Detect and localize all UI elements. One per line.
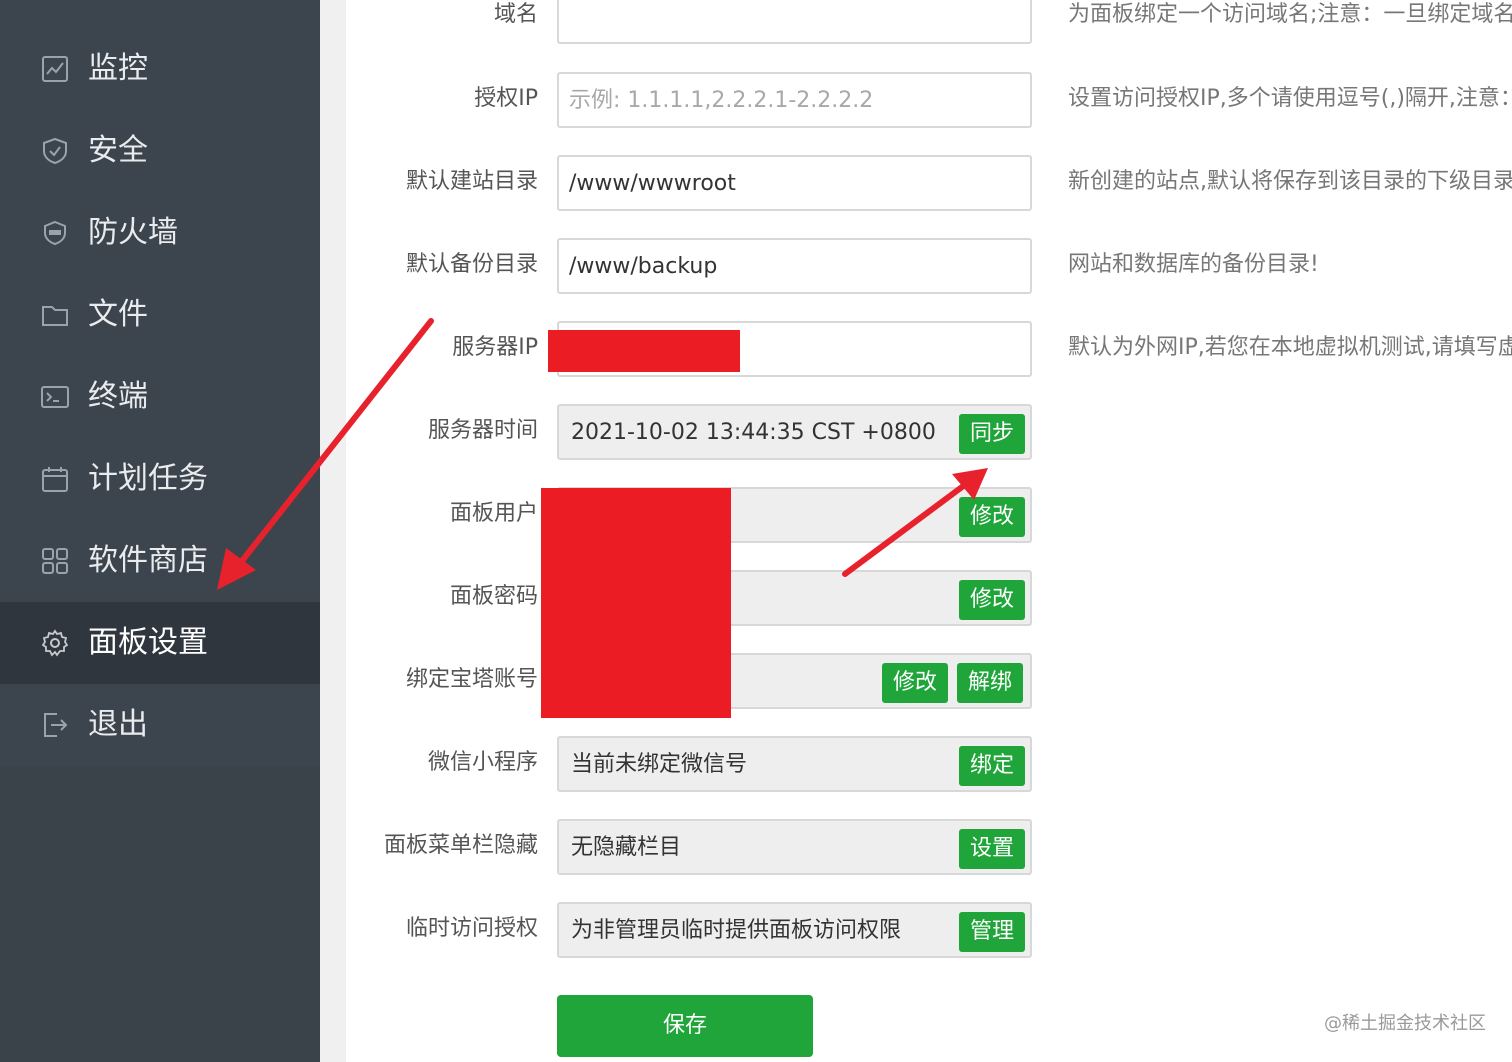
row-domain: 域名 为面板绑定一个访问域名;注意：一旦绑定域名	[346, 0, 1512, 44]
sidebar-item-label: 防火墙	[88, 215, 178, 250]
sidebar: 监控 安全 防火墙 文件 终端 计划任务 软件商店 面板设置 退出	[0, 0, 320, 1062]
site-dir-label: 默认建站目录	[405, 169, 538, 194]
temp-access-value: 为非管理员临时提供面板访问权限	[571, 918, 902, 943]
temp-access-field: 为非管理员临时提供面板访问权限 管理	[557, 902, 1032, 958]
wechat-value: 当前未绑定微信号	[571, 752, 748, 777]
server-time-value: 2021-10-02 13:44:35 CST +0800	[571, 420, 936, 445]
row-temp-access: 临时访问授权 为非管理员临时提供面板访问权限 管理	[346, 902, 1512, 958]
row-site-dir: 默认建站目录 新创建的站点,默认将保存到该目录的下级目录	[346, 155, 1512, 211]
gear-icon	[40, 628, 70, 658]
row-server-ip: 服务器IP 默认为外网IP,若您在本地虚拟机测试,请填写虚	[346, 321, 1512, 377]
row-backup-dir: 默认备份目录 网站和数据库的备份目录!	[346, 238, 1512, 294]
server-ip-label: 服务器IP	[452, 335, 538, 360]
menu-hide-settings-button[interactable]: 设置	[959, 829, 1025, 869]
sidebar-item-label: 文件	[88, 297, 148, 332]
site-dir-hint: 新创建的站点,默认将保存到该目录的下级目录	[1068, 169, 1512, 194]
backup-dir-label: 默认备份目录	[405, 252, 538, 277]
row-panel-user: 面板用户 修改	[346, 487, 1512, 543]
bt-account-label: 绑定宝塔账号	[405, 667, 538, 692]
manage-temp-access-button[interactable]: 管理	[959, 912, 1025, 952]
sidebar-item-label: 面板设置	[88, 625, 208, 660]
row-auth-ip: 授权IP 设置访问授权IP,多个请使用逗号(,)隔开,注意：	[346, 72, 1512, 128]
redaction-box	[548, 330, 740, 372]
domain-label: 域名	[493, 2, 538, 27]
panel-password-label: 面板密码	[449, 584, 538, 609]
row-panel-password: 面板密码 修改	[346, 570, 1512, 626]
gutter	[320, 0, 346, 1062]
sidebar-item-terminal[interactable]: 终端	[0, 356, 320, 438]
modify-user-button[interactable]: 修改	[959, 497, 1025, 537]
row-wechat: 微信小程序 当前未绑定微信号 绑定	[346, 736, 1512, 792]
wechat-label: 微信小程序	[427, 750, 538, 775]
sidebar-item-label: 监控	[88, 51, 148, 86]
modify-password-button[interactable]: 修改	[959, 580, 1025, 620]
sidebar-item-files[interactable]: 文件	[0, 274, 320, 356]
sidebar-item-app-store[interactable]: 软件商店	[0, 520, 320, 602]
sidebar-item-logout[interactable]: 退出	[0, 684, 320, 766]
sidebar-item-label: 安全	[88, 133, 148, 168]
auth-ip-hint: 设置访问授权IP,多个请使用逗号(,)隔开,注意：	[1068, 86, 1512, 111]
sidebar-item-monitor[interactable]: 监控	[0, 28, 320, 110]
row-server-time: 服务器时间 2021-10-02 13:44:35 CST +0800 同步	[346, 404, 1512, 460]
terminal-icon	[40, 382, 70, 412]
wechat-field: 当前未绑定微信号 绑定	[557, 736, 1032, 792]
menu-hide-value: 无隐藏栏目	[571, 835, 682, 860]
server-time-label: 服务器时间	[427, 418, 538, 443]
sync-time-button[interactable]: 同步	[959, 414, 1025, 454]
sidebar-footer	[0, 766, 320, 1062]
logout-icon	[40, 710, 70, 740]
grid-icon	[40, 546, 70, 576]
unbind-account-button[interactable]: 解绑	[957, 663, 1023, 703]
calendar-icon	[40, 464, 70, 494]
menu-hide-field: 无隐藏栏目 设置	[557, 819, 1032, 875]
backup-dir-input[interactable]	[557, 238, 1032, 294]
watermark: @稀土掘金技术社区	[1324, 1013, 1486, 1034]
redaction-box	[541, 488, 731, 718]
auth-ip-input[interactable]	[557, 72, 1032, 128]
sidebar-item-security[interactable]: 安全	[0, 110, 320, 192]
modify-account-button[interactable]: 修改	[882, 663, 948, 703]
monitor-icon	[40, 54, 70, 84]
auth-ip-label: 授权IP	[474, 86, 538, 111]
menu-hide-label: 面板菜单栏隐藏	[383, 833, 538, 858]
waf-shield-icon	[40, 218, 70, 248]
sidebar-item-firewall[interactable]: 防火墙	[0, 192, 320, 274]
sidebar-item-panel-settings[interactable]: 面板设置	[0, 602, 320, 684]
shield-icon	[40, 136, 70, 166]
sidebar-item-label: 退出	[88, 707, 148, 742]
temp-access-label: 临时访问授权	[405, 916, 538, 941]
domain-input[interactable]	[557, 0, 1032, 44]
folder-icon	[40, 300, 70, 330]
sidebar-item-label: 软件商店	[88, 543, 208, 578]
save-button[interactable]: 保存	[557, 995, 813, 1057]
row-menu-hide: 面板菜单栏隐藏 无隐藏栏目 设置	[346, 819, 1512, 875]
backup-dir-hint: 网站和数据库的备份目录!	[1068, 252, 1319, 277]
sidebar-item-crontab[interactable]: 计划任务	[0, 438, 320, 520]
sidebar-item-label: 终端	[88, 379, 148, 414]
site-dir-input[interactable]	[557, 155, 1032, 211]
bind-wechat-button[interactable]: 绑定	[959, 746, 1025, 786]
row-bt-account: 绑定宝塔账号 修改 解绑	[346, 653, 1512, 709]
domain-hint: 为面板绑定一个访问域名;注意：一旦绑定域名	[1068, 2, 1512, 27]
sidebar-item-label: 计划任务	[88, 461, 208, 496]
panel-settings-form: 域名 为面板绑定一个访问域名;注意：一旦绑定域名 授权IP 设置访问授权IP,多…	[346, 0, 1512, 1062]
server-time-field: 2021-10-02 13:44:35 CST +0800 同步	[557, 404, 1032, 460]
panel-user-label: 面板用户	[449, 501, 538, 526]
server-ip-hint: 默认为外网IP,若您在本地虚拟机测试,请填写虚	[1068, 335, 1512, 360]
